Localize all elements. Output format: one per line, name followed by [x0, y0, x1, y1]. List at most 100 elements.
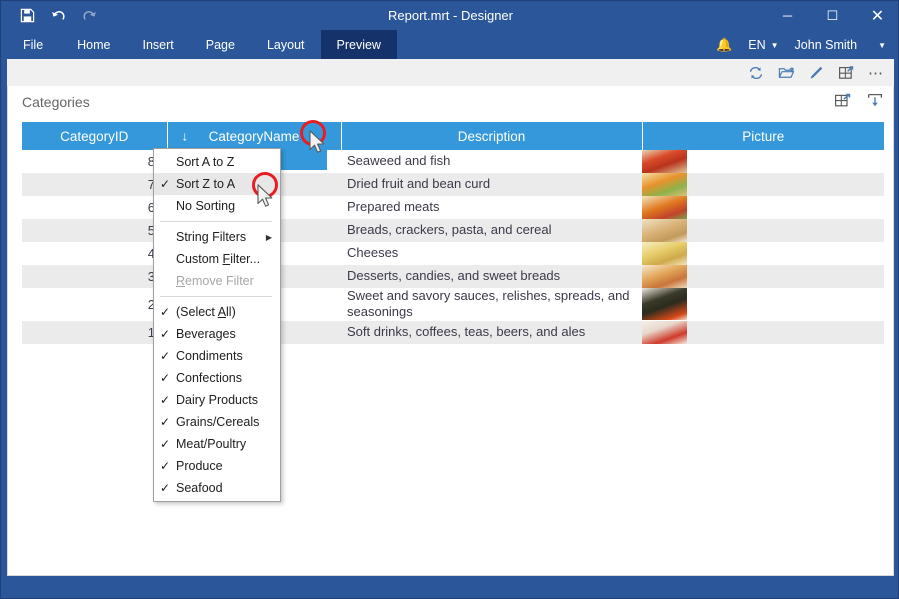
user-menu[interactable]: John Smith — [787, 30, 866, 59]
fullscreen-icon[interactable] — [831, 88, 855, 112]
table-row[interactable]: 3Desserts, candies, and sweet breads — [22, 265, 884, 288]
cell-picture — [642, 242, 884, 265]
check-icon: ✓ — [154, 481, 176, 495]
bell-icon[interactable]: 🔔 — [708, 30, 740, 59]
cell-description: Soft drinks, coffees, teas, beers, and a… — [341, 321, 642, 344]
tab-insert[interactable]: Insert — [127, 30, 190, 59]
ribbon-tabs: File Home Insert Page Layout Preview 🔔 E… — [1, 30, 899, 59]
menu-item-value-confections[interactable]: ✓Confections — [154, 367, 280, 389]
menu-item-label: Produce — [176, 459, 280, 473]
refresh-icon[interactable] — [744, 61, 768, 85]
meat-poultry-photo — [642, 196, 687, 219]
tab-preview[interactable]: Preview — [321, 30, 397, 59]
menu-item-value-seafood[interactable]: ✓Seafood — [154, 477, 280, 499]
table-row[interactable]: 7 Dried fruit and bean curd — [22, 173, 884, 196]
menu-separator — [160, 296, 272, 297]
column-header-picture[interactable]: Picture — [642, 122, 884, 150]
cell-categoryid: 8 — [22, 150, 167, 173]
more-icon[interactable]: ⋯ — [864, 61, 888, 85]
menu-item-string-filters[interactable]: String Filters ▶ — [154, 226, 280, 248]
menu-item-sort-z-to-a[interactable]: ✓ Sort Z to A — [154, 173, 280, 195]
column-filter-menu: Sort A to Z ✓ Sort Z to A No Sorting Str… — [153, 148, 281, 502]
menu-item-value-grains-cereals[interactable]: ✓Grains/Cereals — [154, 411, 280, 433]
tab-layout[interactable]: Layout — [251, 30, 321, 59]
ribbon-right-cluster: 🔔 EN ▼ John Smith ▼ — [708, 30, 894, 59]
cell-categoryid: 1 — [22, 321, 167, 344]
menu-item-label: Meat/Poultry — [176, 437, 280, 451]
cell-picture — [642, 150, 884, 173]
check-icon: ✓ — [154, 393, 176, 407]
check-icon: ✓ — [154, 371, 176, 385]
menu-item-label: Custom Filter... — [176, 252, 280, 266]
check-icon: ✓ — [154, 415, 176, 429]
cell-description: Cheeses — [341, 242, 642, 265]
language-selector[interactable]: EN ▼ — [740, 30, 786, 59]
undo-icon[interactable] — [48, 6, 68, 26]
cell-description: Seaweed and fish — [341, 150, 642, 173]
menu-item-value-meat-poultry[interactable]: ✓Meat/Poultry — [154, 433, 280, 455]
menu-item-no-sorting[interactable]: No Sorting — [154, 195, 280, 217]
check-icon: ✓ — [154, 305, 176, 319]
minimize-button[interactable]: ─ — [765, 1, 810, 30]
tab-page[interactable]: Page — [190, 30, 251, 59]
cell-categoryid: 5 — [22, 219, 167, 242]
menu-item-label: Dairy Products — [176, 393, 280, 407]
column-header-categoryname[interactable]: ↓ CategoryName — [167, 122, 341, 150]
cell-categoryid: 2 — [22, 288, 167, 321]
maximize-button[interactable]: ☐ — [810, 1, 855, 30]
tab-file[interactable]: File — [1, 30, 61, 59]
check-icon: ✓ — [154, 327, 176, 341]
column-label: Picture — [742, 129, 784, 144]
language-label: EN — [748, 38, 765, 52]
menu-item-value-produce[interactable]: ✓Produce — [154, 455, 280, 477]
cell-categoryid: 7 — [22, 173, 167, 196]
menu-item-select-all[interactable]: ✓ (Select All) — [154, 301, 280, 323]
menu-item-remove-filter: Remove Filter — [154, 270, 280, 292]
selected-cell-highlight — [281, 148, 327, 170]
edit-pencil-icon[interactable] — [804, 61, 828, 85]
column-header-description[interactable]: Description — [341, 122, 642, 150]
menu-item-label: (Select All) — [176, 305, 280, 319]
table-row[interactable]: 2 Sweet and savory sauces, relishes, spre… — [22, 288, 884, 321]
close-button[interactable]: ✕ — [855, 1, 899, 30]
column-header-categoryid[interactable]: CategoryID — [22, 122, 167, 150]
menu-item-sort-a-to-z[interactable]: Sort A to Z — [154, 151, 280, 173]
menu-item-label: No Sorting — [176, 199, 280, 213]
cell-picture — [642, 265, 884, 288]
save-icon[interactable] — [17, 6, 37, 26]
column-label: CategoryID — [60, 129, 128, 144]
table-row[interactable]: 1 Soft drinks, coffees, teas, beers, and … — [22, 321, 884, 344]
page-tools — [831, 88, 887, 112]
open-folder-icon[interactable] — [774, 61, 798, 85]
chevron-right-icon: ▶ — [266, 233, 272, 242]
export-icon[interactable] — [834, 61, 858, 85]
menu-item-value-beverages[interactable]: ✓Beverages — [154, 323, 280, 345]
cell-description: Prepared meats — [341, 196, 642, 219]
cell-description: Dried fruit and bean curd — [341, 173, 642, 196]
seafood-photo — [642, 150, 687, 173]
menu-separator — [160, 221, 272, 222]
cell-description: Sweet and savory sauces, relishes, sprea… — [341, 288, 642, 321]
chevron-down-icon: ▼ — [771, 41, 779, 50]
designer-window: Report.mrt - Designer ─ ☐ ✕ File Home In… — [0, 0, 899, 599]
chevron-down-icon: ▼ — [878, 41, 886, 50]
cell-categoryid: 4 — [22, 242, 167, 265]
menu-item-value-dairy-products[interactable]: ✓Dairy Products — [154, 389, 280, 411]
grains-cereals-photo — [642, 219, 687, 242]
column-label: Description — [458, 129, 526, 144]
page-title: Categories — [22, 94, 90, 110]
cell-picture — [642, 219, 884, 242]
table-row[interactable]: 5Breads, crackers, pasta, and cereal — [22, 219, 884, 242]
sort-descending-icon: ↓ — [182, 129, 189, 144]
save-download-icon[interactable] — [863, 88, 887, 112]
menu-item-custom-filter[interactable]: Custom Filter... — [154, 248, 280, 270]
tab-home[interactable]: Home — [61, 30, 126, 59]
check-icon: ✓ — [154, 459, 176, 473]
table-row[interactable]: 8 Seaweed and fish — [22, 150, 884, 173]
user-menu-caret[interactable]: ▼ — [865, 30, 894, 59]
produce-photo — [642, 173, 687, 196]
table-row[interactable]: 4 Cheeses — [22, 242, 884, 265]
cell-categoryid: 6 — [22, 196, 167, 219]
menu-item-value-condiments[interactable]: ✓Condiments — [154, 345, 280, 367]
table-row[interactable]: 6 Prepared meats — [22, 196, 884, 219]
